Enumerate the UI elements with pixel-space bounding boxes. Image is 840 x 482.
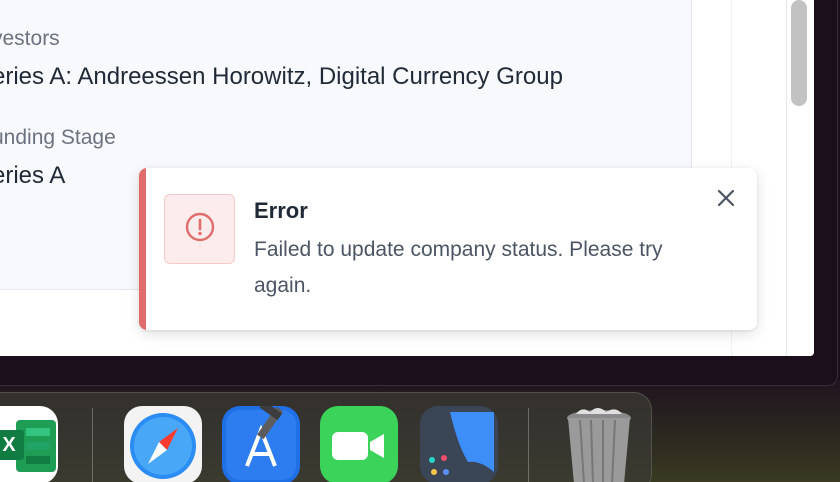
toast-accent-bar — [139, 168, 146, 330]
close-icon[interactable] — [716, 188, 736, 213]
safari-icon[interactable] — [124, 406, 202, 482]
alert-circle-icon — [184, 211, 216, 248]
error-toast: Error Failed to update company status. P… — [139, 168, 757, 330]
toast-message: Failed to update company status. Please … — [254, 238, 663, 297]
investors-value: eries A: Andreessen Horowitz, Digital Cu… — [0, 63, 563, 90]
toast-icon-container — [164, 194, 235, 264]
xcode-icon[interactable] — [222, 406, 300, 482]
scrollbar-thumb[interactable] — [791, 0, 807, 106]
facetime-icon[interactable] — [320, 406, 398, 482]
excel-letter: X — [0, 430, 24, 460]
preview-icon[interactable] — [420, 406, 498, 482]
excel-icon[interactable]: X — [0, 406, 58, 482]
investors-label: vestors — [0, 27, 60, 50]
close-button[interactable] — [713, 187, 739, 213]
funding-stage-value: eries A — [0, 162, 66, 189]
funding-stage-label: unding Stage — [0, 126, 116, 149]
trash-icon[interactable] — [560, 406, 638, 482]
toast-title: Error — [254, 198, 308, 223]
dock-separator — [92, 408, 93, 482]
dock-separator — [528, 408, 529, 482]
